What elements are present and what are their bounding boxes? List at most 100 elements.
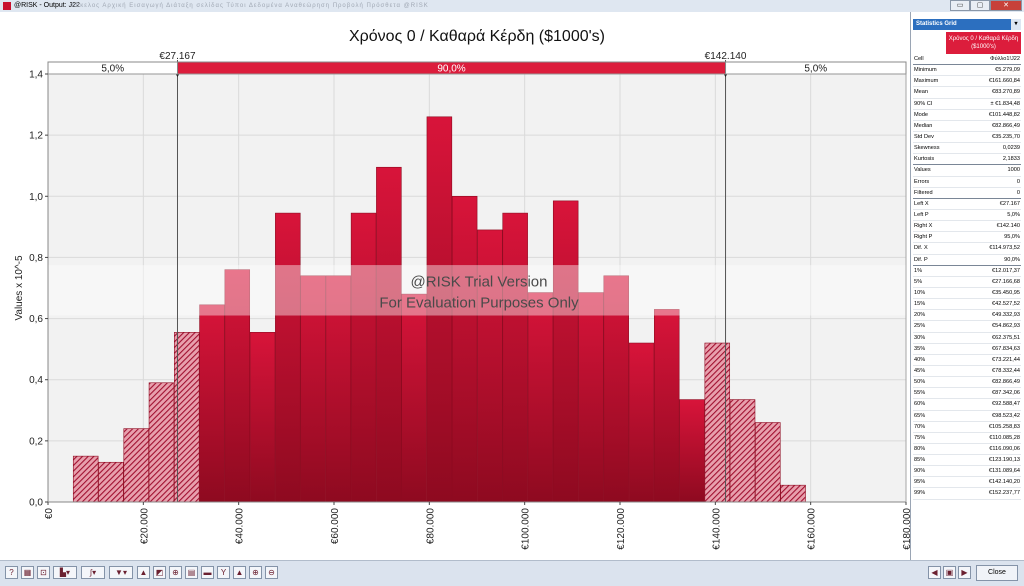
- chevron-down-icon[interactable]: ▾: [1011, 19, 1021, 30]
- stats-row-value: €78.332,44: [992, 367, 1020, 374]
- stats-row: 50% €82.866,49: [913, 377, 1021, 389]
- next-icon[interactable]: ▶: [958, 566, 971, 579]
- snap-icon[interactable]: Y: [217, 566, 230, 579]
- left-delimiter-label: €27.167: [159, 51, 196, 62]
- histogram-chart: @RISK Trial Version For Evaluation Purpos…: [14, 28, 910, 550]
- band-right-label: 5,0%: [804, 64, 827, 75]
- add-overlay-icon[interactable]: ⊕: [169, 566, 182, 579]
- stats-row-label: Kurtosis: [914, 156, 935, 163]
- histogram-bar: [350, 212, 377, 503]
- y-tick-label: 1,2: [29, 131, 43, 142]
- stats-row-value: 2,1833: [1002, 156, 1020, 163]
- statistics-table: Cell Φύλλο1!J22 Minimum €5.279,09 Maximum €16…: [913, 54, 1021, 500]
- stats-row-value: €123.190,13: [988, 457, 1020, 464]
- x-tick-label: €60.000: [330, 508, 341, 545]
- stats-row: Dif. P 90,0%: [913, 255, 1021, 266]
- stats-row: 1% €12.017,37: [913, 266, 1021, 277]
- window-close-button[interactable]: ✕: [990, 0, 1022, 11]
- stats-row-label: 40%: [914, 356, 926, 363]
- minimize-button[interactable]: ▭: [950, 0, 970, 11]
- stats-row-label: Mode: [914, 111, 928, 118]
- stats-row-label: 55%: [914, 390, 926, 397]
- window-icon[interactable]: ▣: [943, 566, 956, 579]
- stats-row: Errors 0: [913, 177, 1021, 188]
- stats-row-label: Mean: [914, 89, 928, 96]
- stats-row-value: 95,0%: [1004, 234, 1020, 241]
- curve-dropdown-icon[interactable]: ∫▾: [81, 566, 105, 579]
- stats-row-label: 90% CI: [914, 100, 933, 107]
- stats-row-label: 90%: [914, 468, 926, 475]
- stats-row-value: €82.866,49: [992, 379, 1020, 386]
- stats-row-value: 1000: [1007, 167, 1020, 174]
- stats-row-label: Values: [914, 167, 931, 174]
- stats-row-value: €131.089,64: [988, 468, 1020, 475]
- stats-row-value: 5,0%: [1007, 211, 1020, 218]
- stats-row-label: 25%: [914, 323, 926, 330]
- scenario-icon[interactable]: ▤: [185, 566, 198, 579]
- stats-row-value: €87.342,06: [992, 390, 1020, 397]
- overlay-icon[interactable]: ◩: [153, 566, 166, 579]
- stats-column-header: Χρόνος 0 / Καθαρά Κέρδη ($1000's): [946, 32, 1021, 54]
- stats-row-label: Filtered: [914, 189, 933, 196]
- stats-row: 15% €42.527,52: [913, 299, 1021, 311]
- x-tick-label: €20.000: [139, 508, 150, 545]
- stats-row-label: 10%: [914, 289, 926, 296]
- stats-row: Left P 5,0%: [913, 210, 1021, 222]
- stats-row-value: €98.523,42: [992, 412, 1020, 419]
- filter-dropdown-icon[interactable]: ▼▾: [109, 566, 133, 579]
- stats-row: 99% €152.237,77: [913, 488, 1021, 500]
- stats-row: Dif. X €114.973,52: [913, 243, 1021, 255]
- stats-row: 90% €131.089,64: [913, 466, 1021, 478]
- help-icon[interactable]: ?: [5, 566, 18, 579]
- stats-row-label: Skewness: [914, 145, 940, 152]
- stats-row-value: €5.279,09: [995, 67, 1020, 74]
- stats-row-value: €54.862,93: [992, 323, 1020, 330]
- y-tick-label: 0,6: [29, 314, 43, 325]
- stats-row-label: 85%: [914, 457, 926, 464]
- stats-row-label: 95%: [914, 479, 926, 486]
- stats-row-value: €73.221,44: [992, 356, 1020, 363]
- distribution-fit-icon[interactable]: ▲: [137, 566, 150, 579]
- shape-icon[interactable]: ▲: [233, 566, 246, 579]
- stats-row-value: €67.834,63: [992, 345, 1020, 352]
- stats-row: Values 1000: [913, 165, 1021, 177]
- stats-table-icon[interactable]: ▦: [21, 566, 34, 579]
- stats-row-value: €27.167: [999, 200, 1020, 207]
- stats-row-label: 50%: [914, 379, 926, 386]
- stats-row-value: €142.140: [996, 223, 1020, 230]
- prev-icon[interactable]: ◀: [928, 566, 941, 579]
- stats-row-label: 15%: [914, 301, 926, 308]
- close-button[interactable]: Close: [976, 565, 1018, 581]
- stats-row: Std Dev €35.235,70: [913, 132, 1021, 144]
- stats-row-label: Right X: [914, 223, 933, 230]
- statistics-grid-header[interactable]: Statistics Grid ▾: [913, 19, 1021, 30]
- tornado-icon[interactable]: ▬: [201, 566, 214, 579]
- stats-row: 25% €54.862,93: [913, 321, 1021, 333]
- histogram-bar: [780, 484, 806, 503]
- stats-row-label: Errors: [914, 178, 930, 185]
- stats-row-value: Φύλλο1!J22: [990, 56, 1020, 62]
- stats-row-label: Median: [914, 122, 933, 129]
- histogram-bar: [174, 332, 200, 503]
- zoom-reset-icon[interactable]: ⊡: [37, 566, 50, 579]
- zoom-out-icon[interactable]: ⊖: [265, 566, 278, 579]
- histogram-bar: [199, 304, 225, 503]
- zoom-in-icon[interactable]: ⊕: [249, 566, 262, 579]
- stats-row-label: Right P: [914, 234, 933, 241]
- stats-row-label: 80%: [914, 445, 926, 452]
- stats-row-label: Cell: [914, 56, 924, 62]
- histogram-dropdown-icon[interactable]: ▙▾: [53, 566, 77, 579]
- stats-row: 55% €87.342,06: [913, 388, 1021, 400]
- stats-row: Maximum €161.660,84: [913, 76, 1021, 88]
- maximize-button[interactable]: ▢: [970, 0, 990, 11]
- x-tick-label: €160.000: [807, 508, 818, 550]
- watermark-text: For Evaluation Purposes Only: [379, 294, 579, 311]
- x-tick-label: €80.000: [425, 508, 436, 545]
- histogram-bar: [502, 212, 528, 503]
- stats-row-value: €142.140,20: [988, 479, 1020, 486]
- histogram-bar: [578, 292, 604, 503]
- stats-row-value: €110.085,28: [989, 434, 1020, 441]
- stats-row: 60% €92.588,47: [913, 399, 1021, 411]
- stats-row-value: €62.375,51: [992, 334, 1020, 341]
- stats-row-label: 35%: [914, 345, 926, 352]
